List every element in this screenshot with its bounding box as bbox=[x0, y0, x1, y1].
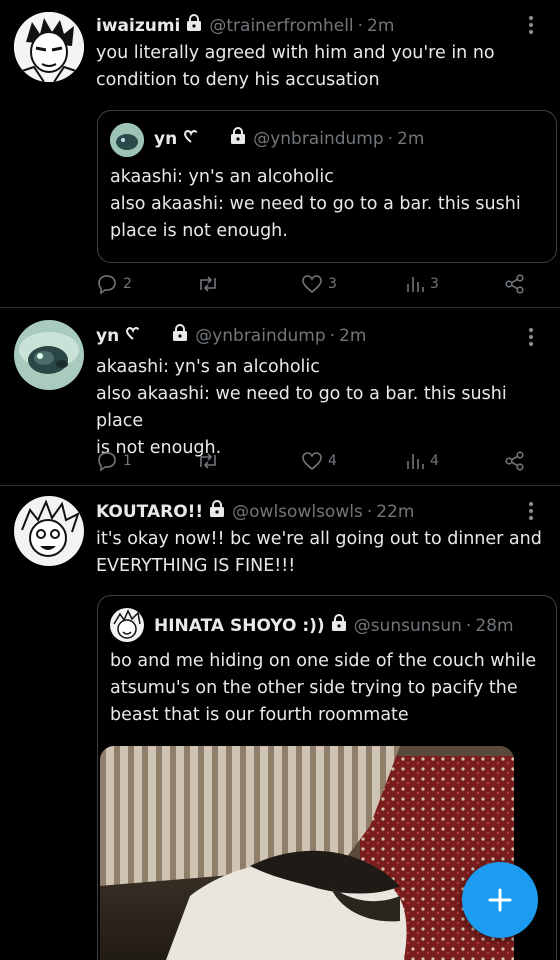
quoted-text: akaashi: yn's an alcoholic also akaashi:… bbox=[110, 167, 521, 241]
lock-icon bbox=[171, 324, 189, 347]
avatar-yn[interactable] bbox=[14, 320, 84, 390]
more-icon[interactable] bbox=[528, 16, 534, 37]
tweet-text: it's okay now!! bc we're all going out t… bbox=[96, 529, 542, 576]
separator-dot: · bbox=[366, 501, 373, 522]
quoted-author-name[interactable]: HINATA SHOYO :)) bbox=[154, 616, 325, 636]
timestamp[interactable]: 2m bbox=[339, 326, 366, 346]
quoted-media-image[interactable] bbox=[100, 746, 514, 960]
share-icon bbox=[505, 274, 524, 294]
quoted-author-name[interactable]: yn bbox=[154, 129, 177, 149]
tweet-text: you literally agreed with him and you're… bbox=[96, 43, 495, 90]
avatar-hinata[interactable] bbox=[110, 608, 144, 642]
reply-icon bbox=[98, 452, 116, 472]
quoted-timestamp[interactable]: 2m bbox=[397, 129, 424, 149]
quoted-text: bo and me hiding on one side of the couc… bbox=[110, 651, 537, 725]
avatar-koutaro[interactable] bbox=[14, 496, 84, 566]
separator-dot: · bbox=[387, 128, 394, 149]
author-handle[interactable]: @owlsowlsowls bbox=[232, 502, 363, 522]
heart-glyph-icon bbox=[125, 325, 141, 346]
like-button[interactable]: 3 bbox=[301, 273, 337, 295]
tweet-iwaizumi[interactable]: iwaizumi @trainerfromhell · 2m you liter… bbox=[0, 0, 560, 308]
more-icon[interactable] bbox=[528, 328, 534, 349]
share-button[interactable] bbox=[504, 273, 526, 295]
like-count: 3 bbox=[328, 276, 337, 292]
reply-count: 1 bbox=[123, 453, 132, 469]
retweet-icon bbox=[200, 453, 216, 469]
compose-button[interactable] bbox=[462, 862, 538, 938]
plus-icon bbox=[488, 888, 512, 912]
reply-icon bbox=[98, 275, 116, 295]
timestamp[interactable]: 22m bbox=[376, 502, 414, 522]
reply-count: 2 bbox=[123, 276, 132, 292]
like-count: 4 bbox=[328, 453, 337, 469]
author-name[interactable]: KOUTARO!! bbox=[96, 502, 203, 522]
share-icon bbox=[505, 451, 524, 471]
avatar-yn[interactable] bbox=[110, 123, 144, 157]
views-count: 4 bbox=[430, 453, 439, 469]
like-icon bbox=[302, 452, 322, 471]
separator-dot: · bbox=[329, 325, 336, 346]
quoted-tweet[interactable]: yn @ynbraindump · 2m akaashi: yn's an al… bbox=[97, 110, 557, 263]
author-handle[interactable]: @ynbraindump bbox=[195, 326, 325, 346]
views-count: 3 bbox=[430, 276, 439, 292]
share-button[interactable] bbox=[504, 450, 526, 472]
views-icon bbox=[407, 454, 424, 469]
tweet-yn[interactable]: yn @ynbraindump · 2m akaashi: yn's an al… bbox=[0, 308, 560, 486]
views-button[interactable]: 3 bbox=[405, 273, 439, 295]
separator-dot: · bbox=[357, 15, 364, 36]
like-button[interactable]: 4 bbox=[301, 450, 337, 472]
heart-glyph-icon bbox=[183, 128, 199, 149]
reply-button[interactable]: 2 bbox=[96, 273, 132, 295]
retweet-icon bbox=[200, 276, 216, 292]
author-handle[interactable]: @trainerfromhell bbox=[209, 16, 353, 36]
timestamp[interactable]: 2m bbox=[367, 16, 394, 36]
quoted-author-handle[interactable]: @ynbraindump bbox=[253, 129, 383, 149]
retweet-button[interactable] bbox=[196, 273, 220, 295]
lock-icon bbox=[208, 500, 226, 523]
more-icon[interactable] bbox=[528, 502, 534, 523]
views-icon bbox=[407, 277, 424, 292]
lock-icon bbox=[229, 127, 247, 150]
author-name[interactable]: iwaizumi bbox=[96, 16, 180, 36]
quoted-author-handle[interactable]: @sunsunsun bbox=[354, 616, 462, 636]
quoted-timestamp[interactable]: 28m bbox=[475, 616, 513, 636]
like-icon bbox=[302, 275, 322, 294]
tweet-text: akaashi: yn's an alcoholic also akaashi:… bbox=[96, 357, 507, 458]
lock-icon bbox=[185, 14, 203, 37]
views-button[interactable]: 4 bbox=[405, 450, 439, 472]
avatar-iwaizumi[interactable] bbox=[14, 12, 84, 82]
reply-button[interactable]: 1 bbox=[96, 450, 132, 472]
tweet-actions: 2 3 3 bbox=[96, 273, 536, 303]
author-name[interactable]: yn bbox=[96, 326, 119, 346]
tweet-actions: 1 4 4 bbox=[96, 450, 536, 480]
lock-icon bbox=[330, 614, 348, 637]
retweet-button[interactable] bbox=[196, 450, 220, 472]
separator-dot: · bbox=[465, 615, 472, 636]
